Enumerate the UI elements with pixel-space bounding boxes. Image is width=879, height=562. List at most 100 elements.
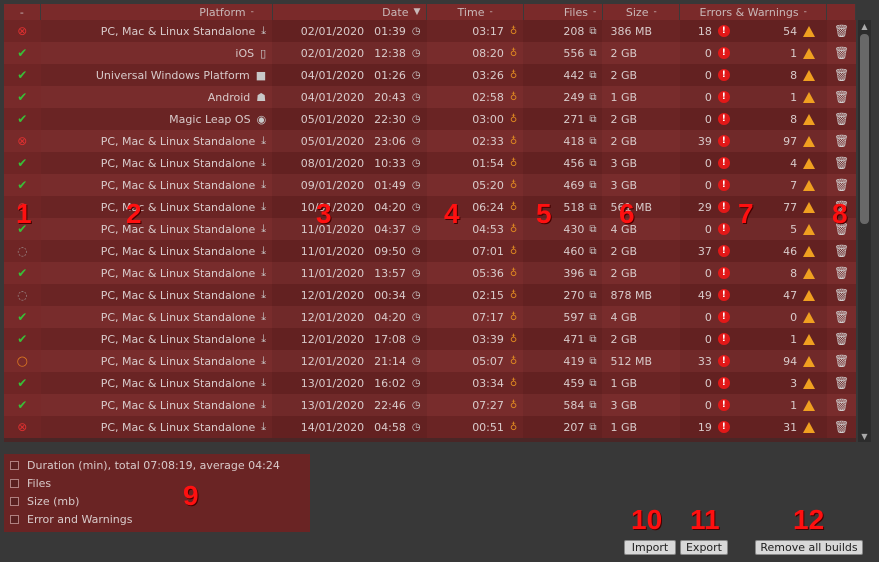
import-button[interactable]: Import [624, 540, 676, 555]
delete-cell: 🗑 [827, 174, 856, 196]
status-cell: ⊗ [4, 416, 41, 438]
windows-icon[interactable]: ■ [256, 69, 266, 82]
trash-icon[interactable]: 🗑 [834, 266, 849, 280]
table-row[interactable]: ⊗ PC, Mac & Linux Standalone ⤓ 05/01/2020 23… [4, 130, 856, 152]
download-icon[interactable]: ⤓ [261, 398, 266, 412]
trash-icon[interactable]: 🗑 [834, 112, 849, 126]
stopwatch-icon: ♁ [509, 157, 518, 169]
size-checkbox[interactable] [10, 496, 19, 506]
table-row[interactable]: ✔ PC, Mac & Linux Standalone ⤓ 09/01/2020 01… [4, 174, 856, 196]
size-column-header[interactable]: Size - [603, 4, 681, 20]
table-row[interactable]: ◌ PC, Mac & Linux Standalone ⤓ 11/01/2020 09… [4, 240, 856, 262]
remove-all-builds-button[interactable]: Remove all builds [755, 540, 863, 555]
table-row[interactable]: ✔ PC, Mac & Linux Standalone ⤓ 12/01/2020 17… [4, 328, 856, 350]
table-row[interactable]: ○ PC, Mac & Linux Standalone ⤓ 12/01/2020 21… [4, 350, 856, 372]
magic-leap-icon[interactable]: ◉ [257, 113, 267, 126]
delete-cell: 🗑 [827, 64, 856, 86]
errors-warnings-cell: 0! 8 [679, 64, 828, 86]
trash-icon[interactable]: 🗑 [834, 68, 849, 82]
download-icon[interactable]: ⤓ [261, 134, 266, 148]
trash-icon[interactable]: 🗑 [834, 90, 849, 104]
files-option[interactable]: Files [10, 475, 51, 491]
warning-icon [803, 399, 816, 411]
files-icon: ⧉ [589, 135, 597, 147]
download-icon[interactable]: ⤓ [261, 178, 266, 192]
error-icon: ! [717, 179, 730, 191]
trash-icon[interactable]: 🗑 [834, 178, 849, 192]
stopwatch-icon: ♁ [509, 399, 518, 411]
android-icon[interactable]: ☗ [256, 91, 266, 104]
files-icon: ⧉ [589, 47, 597, 59]
stopwatch-icon: ♁ [509, 135, 518, 147]
trash-icon[interactable]: 🗑 [834, 354, 849, 368]
size-cell: 3 GB [610, 156, 638, 170]
table-row[interactable]: ✔ Android ☗ 04/01/2020 20:43 ◷ 02:58 ♁ 249 ⧉ 1 GB 0… [4, 86, 856, 108]
duration-checkbox[interactable] [10, 460, 19, 470]
trash-icon[interactable]: 🗑 [834, 332, 849, 346]
errors-checkbox[interactable] [10, 514, 19, 524]
errors-warnings-column-header[interactable]: Errors & Warnings - [680, 4, 828, 20]
trash-icon[interactable]: 🗑 [834, 398, 849, 412]
trash-icon[interactable]: 🗑 [834, 46, 849, 60]
table-row[interactable]: ⊗ PC, Mac & Linux Standalone ⤓ 14/01/2020 04… [4, 416, 856, 438]
trash-icon[interactable]: 🗑 [834, 134, 849, 148]
table-row[interactable]: ✔ iOS ▯ 02/01/2020 12:38 ◷ 08:20 ♁ 556 ⧉ 2 GB 0! 1 🗑 [4, 42, 856, 64]
duration-cell: 05:20 ♁ [472, 178, 518, 192]
files-column-header[interactable]: Files - [523, 4, 604, 20]
download-icon[interactable]: ⤓ [261, 200, 266, 214]
success-check-icon: ✔ [17, 46, 28, 60]
table-row[interactable]: ✔ Magic Leap OS ◉ 05/01/2020 22:30 ◷ 03:00 ♁ 271… [4, 108, 856, 130]
trash-icon[interactable]: 🗑 [834, 310, 849, 324]
download-icon[interactable]: ⤓ [261, 266, 266, 280]
table-row[interactable]: ✔ Universal Windows Platform ■ 04/01/2020 01… [4, 64, 856, 86]
trash-icon[interactable]: 🗑 [834, 24, 849, 38]
warning-icon [803, 135, 816, 147]
table-row[interactable]: ⊗ PC, Mac & Linux Standalone ⤓ 02/01/2020 01… [4, 20, 856, 42]
files-cell: 471 ⧉ [523, 328, 603, 350]
trash-icon[interactable]: 🗑 [834, 156, 849, 170]
platform-column-header[interactable]: Platform - [40, 4, 273, 20]
table-row[interactable]: ✔ PC, Mac & Linux Standalone ⤓ 13/01/2020 22… [4, 394, 856, 416]
time-column-header[interactable]: Time - [427, 4, 524, 20]
size-cell: 2 GB [610, 244, 638, 258]
scroll-down-icon[interactable]: ▼ [858, 430, 871, 442]
table-row[interactable]: ✔ PC, Mac & Linux Standalone ⤓ 13/01/2020 16… [4, 372, 856, 394]
files-cell: 249 ⧉ [523, 86, 603, 108]
trash-icon[interactable]: 🗑 [834, 420, 849, 434]
table-row[interactable]: ✔ PC, Mac & Linux Standalone ⤓ 08/01/2020 10… [4, 152, 856, 174]
download-icon[interactable]: ⤓ [261, 288, 266, 302]
download-icon[interactable]: ⤓ [261, 420, 266, 434]
delete-cell: 🗑 [827, 328, 856, 350]
download-icon[interactable]: ⤓ [261, 244, 266, 258]
download-icon[interactable]: ⤓ [261, 310, 266, 324]
clock-icon: ◷ [411, 69, 421, 81]
stopwatch-icon: ♁ [509, 69, 518, 81]
size-option[interactable]: Size (mb) [10, 493, 79, 509]
table-row[interactable]: ✔ PC, Mac & Linux Standalone ⤓ 11/01/2020 13… [4, 262, 856, 284]
date-column-header[interactable]: Date ▼ [272, 4, 428, 20]
duration-cell: 07:27 ♁ [472, 398, 518, 412]
download-icon[interactable]: ⤓ [261, 222, 266, 236]
download-icon[interactable]: ⤓ [261, 156, 266, 170]
phone-icon[interactable]: ▯ [260, 47, 266, 60]
download-icon[interactable]: ⤓ [261, 376, 266, 390]
files-checkbox[interactable] [10, 478, 19, 488]
export-button[interactable]: Export [680, 540, 728, 555]
trash-icon[interactable]: 🗑 [834, 288, 849, 302]
scrollbar-thumb[interactable] [860, 34, 869, 224]
status-column-header[interactable]: - [4, 4, 41, 20]
warning-icon [803, 333, 816, 345]
delete-column-header [827, 4, 856, 20]
table-row[interactable]: ✔ PC, Mac & Linux Standalone ⤓ 12/01/2020 04… [4, 306, 856, 328]
errors-option[interactable]: Error and Warnings [10, 511, 132, 527]
download-icon[interactable]: ⤓ [261, 354, 266, 368]
trash-icon[interactable]: 🗑 [834, 376, 849, 390]
files-icon: ⧉ [589, 25, 597, 37]
vertical-scrollbar[interactable]: ▲ ▼ [858, 20, 871, 442]
table-row[interactable]: ◌ PC, Mac & Linux Standalone ⤓ 12/01/2020 00… [4, 284, 856, 306]
download-icon[interactable]: ⤓ [261, 332, 266, 346]
download-icon[interactable]: ⤓ [261, 24, 266, 38]
scroll-up-icon[interactable]: ▲ [858, 20, 871, 32]
duration-option[interactable]: Duration (min), total 07:08:19, average … [10, 457, 280, 473]
trash-icon[interactable]: 🗑 [834, 244, 849, 258]
